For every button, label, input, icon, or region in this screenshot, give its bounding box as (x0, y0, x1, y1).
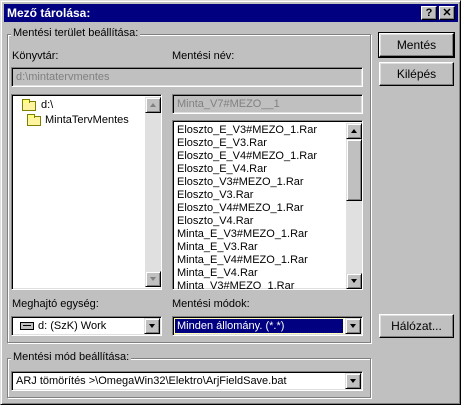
file-item[interactable]: Minta_E_V3#MEZO_1.Rar (177, 228, 308, 241)
file-item[interactable]: Minta_E_V4.Rar (177, 267, 258, 280)
scroll-thumb[interactable] (346, 139, 362, 201)
file-list-items: Eloszto_E_V3#MEZO_1.Rar Eloszto_E_V3.Rar… (173, 123, 345, 289)
selected-mode-highlight: Minden állomány. (*.*) (174, 318, 344, 334)
folder-list-scrollbar[interactable] (145, 97, 161, 287)
save-mode-dropdown-button[interactable] (345, 373, 361, 389)
file-list[interactable]: Eloszto_E_V3#MEZO_1.Rar Eloszto_E_V3.Rar… (172, 120, 363, 290)
modes-value: Minden állomány. (*.*) (177, 320, 285, 332)
file-item[interactable]: Eloszto_V3.Rar (177, 189, 253, 202)
arrow-up-icon (351, 129, 357, 133)
save-button[interactable]: Mentés (378, 32, 455, 58)
file-item[interactable]: Eloszto_V4.Rar (177, 215, 253, 228)
scroll-up-button[interactable] (145, 97, 161, 113)
directory-value: d:\mintatervmentes (16, 71, 110, 83)
chevron-down-icon (350, 379, 356, 383)
save-modes-select[interactable]: Minden állomány. (*.*) (172, 316, 363, 336)
arrow-down-icon (351, 279, 357, 283)
modes-dropdown-button[interactable] (345, 318, 361, 334)
save-mode-value: ARJ tömörítés >\OmegaWin32\Elektro\ArjFi… (16, 375, 287, 387)
save-name-field[interactable]: Minta_V7#MEZO__1 (172, 94, 363, 114)
folder-label: MintaTervMentes (45, 114, 129, 126)
save-mode-group-title: Mentési mód beállítása: (11, 351, 132, 364)
modes-label: Mentési módok: (172, 298, 250, 310)
scroll-down-button[interactable] (145, 271, 161, 287)
arrow-up-icon (150, 103, 156, 107)
directory-label: Könyvtár: (12, 50, 59, 62)
file-item[interactable]: Eloszto_E_V4.Rar (177, 163, 267, 176)
save-name-value: Minta_V7#MEZO__1 (177, 98, 280, 110)
network-button[interactable]: Hálózat... (379, 314, 454, 338)
close-button[interactable]: ✕ (439, 6, 455, 20)
scroll-up-button[interactable] (346, 123, 362, 139)
file-list-scrollbar[interactable] (346, 123, 362, 289)
drive-dropdown-button[interactable] (144, 318, 160, 334)
scroll-down-button[interactable] (346, 273, 362, 289)
file-item[interactable]: Eloszto_V3#MEZO_1.Rar (177, 176, 304, 189)
window-title: Mező tárolása: (7, 6, 91, 20)
drive-icon (20, 322, 34, 330)
chevron-down-icon (149, 324, 155, 328)
folder-item[interactable]: MintaTervMentes (17, 113, 147, 127)
drive-value: d: (SzK) Work (38, 320, 107, 332)
folder-label: d:\ (41, 99, 54, 111)
folder-item[interactable]: d:\ (17, 98, 147, 112)
drive-label: Meghajtó egység: (12, 298, 99, 310)
chevron-down-icon (350, 324, 356, 328)
file-item[interactable]: Minta_E_V3.Rar (177, 241, 258, 254)
exit-button[interactable]: Kilépés (379, 62, 454, 86)
file-item[interactable]: Eloszto_E_V3#MEZO_1.Rar (177, 124, 317, 137)
help-button[interactable]: ? (421, 6, 437, 20)
dialog-window: Mező tárolása: ? ✕ Mentési terület beáll… (0, 0, 461, 405)
save-area-group-title: Mentési terület beállítása: (11, 27, 141, 40)
file-item[interactable]: Minta_V3#MEZO_1.Rar (177, 280, 294, 289)
open-folder-icon (22, 99, 36, 111)
file-item[interactable]: Eloszto_E_V4#MEZO_1.Rar (177, 150, 317, 163)
file-item[interactable]: Eloszto_V4#MEZO_1.Rar (177, 202, 304, 215)
file-item[interactable]: Minta_E_V4#MEZO_1.Rar (177, 254, 308, 267)
save-name-label: Mentési név: (172, 50, 235, 62)
title-bar[interactable]: Mező tárolása: ? ✕ (4, 4, 458, 22)
save-mode-select[interactable]: ARJ tömörítés >\OmegaWin32\Elektro\ArjFi… (11, 371, 363, 391)
file-item[interactable]: Eloszto_E_V3.Rar (177, 137, 267, 150)
arrow-down-icon (150, 277, 156, 281)
drive-select[interactable]: d: (SzK) Work (11, 316, 162, 336)
directory-field[interactable]: d:\mintatervmentes (11, 67, 363, 87)
folder-list[interactable]: d:\ MintaTervMentes (11, 94, 162, 290)
open-folder-icon (27, 114, 41, 126)
